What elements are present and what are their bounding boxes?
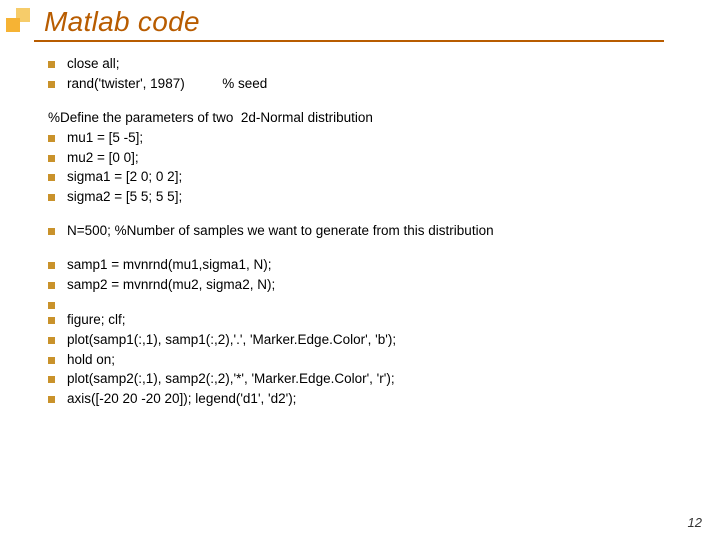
code-line: sigma1 = [2 0; 0 2]; [48, 169, 720, 186]
code-line: figure; clf; [48, 312, 720, 329]
bullet-icon [48, 282, 55, 289]
blank-line [48, 96, 720, 110]
code-line: mu2 = [0 0]; [48, 150, 720, 167]
code-text: rand('twister', 1987) % seed [67, 76, 267, 93]
code-line: samp1 = mvnrnd(mu1,sigma1, N); [48, 257, 720, 274]
code-line: axis([-20 20 -20 20]); legend('d1', 'd2'… [48, 391, 720, 408]
bullet-icon [48, 174, 55, 181]
bullet-icon [48, 228, 55, 235]
bullet-icon [48, 135, 55, 142]
code-text: plot(samp1(:,1), samp1(:,2),'.', 'Marker… [67, 332, 396, 349]
code-line: N=500; %Number of samples we want to gen… [48, 223, 720, 240]
code-text: N=500; %Number of samples we want to gen… [67, 223, 494, 240]
code-line: sigma2 = [5 5; 5 5]; [48, 189, 720, 206]
bullet-icon [48, 396, 55, 403]
code-line: plot(samp2(:,1), samp2(:,2),'*', 'Marker… [48, 371, 720, 388]
code-line: close all; [48, 56, 720, 73]
code-comment-line: %Define the parameters of two 2d-Normal … [48, 110, 720, 127]
slide-title: Matlab code [44, 6, 200, 38]
code-text: axis([-20 20 -20 20]); legend('d1', 'd2'… [67, 391, 296, 408]
blank-line [48, 209, 720, 223]
code-text: close all; [67, 56, 120, 73]
code-line: plot(samp1(:,1), samp1(:,2),'.', 'Marker… [48, 332, 720, 349]
code-text: plot(samp2(:,1), samp2(:,2),'*', 'Marker… [67, 371, 395, 388]
title-row: Matlab code [0, 0, 720, 38]
bullet-icon [48, 337, 55, 344]
bullet-icon [48, 155, 55, 162]
code-text: samp2 = mvnrnd(mu2, sigma2, N); [67, 277, 275, 294]
code-text: hold on; [67, 352, 115, 369]
bullet-icon [48, 81, 55, 88]
bullet-icon [48, 302, 55, 309]
code-line: rand('twister', 1987) % seed [48, 76, 720, 93]
code-text: sigma1 = [2 0; 0 2]; [67, 169, 182, 186]
code-text: mu2 = [0 0]; [67, 150, 139, 167]
code-body: close all; rand('twister', 1987) % seed %D… [0, 56, 720, 408]
bullet-icon [48, 194, 55, 201]
code-text: figure; clf; [67, 312, 126, 329]
bullet-icon [48, 317, 55, 324]
code-text: sigma2 = [5 5; 5 5]; [67, 189, 182, 206]
code-line [48, 297, 720, 309]
code-text: mu1 = [5 -5]; [67, 130, 143, 147]
code-line: mu1 = [5 -5]; [48, 130, 720, 147]
bullet-icon [48, 61, 55, 68]
page-number: 12 [688, 515, 702, 530]
bullet-icon [48, 357, 55, 364]
title-decoration-icon [6, 8, 36, 36]
code-line: samp2 = mvnrnd(mu2, sigma2, N); [48, 277, 720, 294]
blank-line [48, 243, 720, 257]
bullet-icon [48, 376, 55, 383]
code-line: hold on; [48, 352, 720, 369]
bullet-icon [48, 262, 55, 269]
title-underline [34, 40, 664, 42]
code-text: samp1 = mvnrnd(mu1,sigma1, N); [67, 257, 271, 274]
